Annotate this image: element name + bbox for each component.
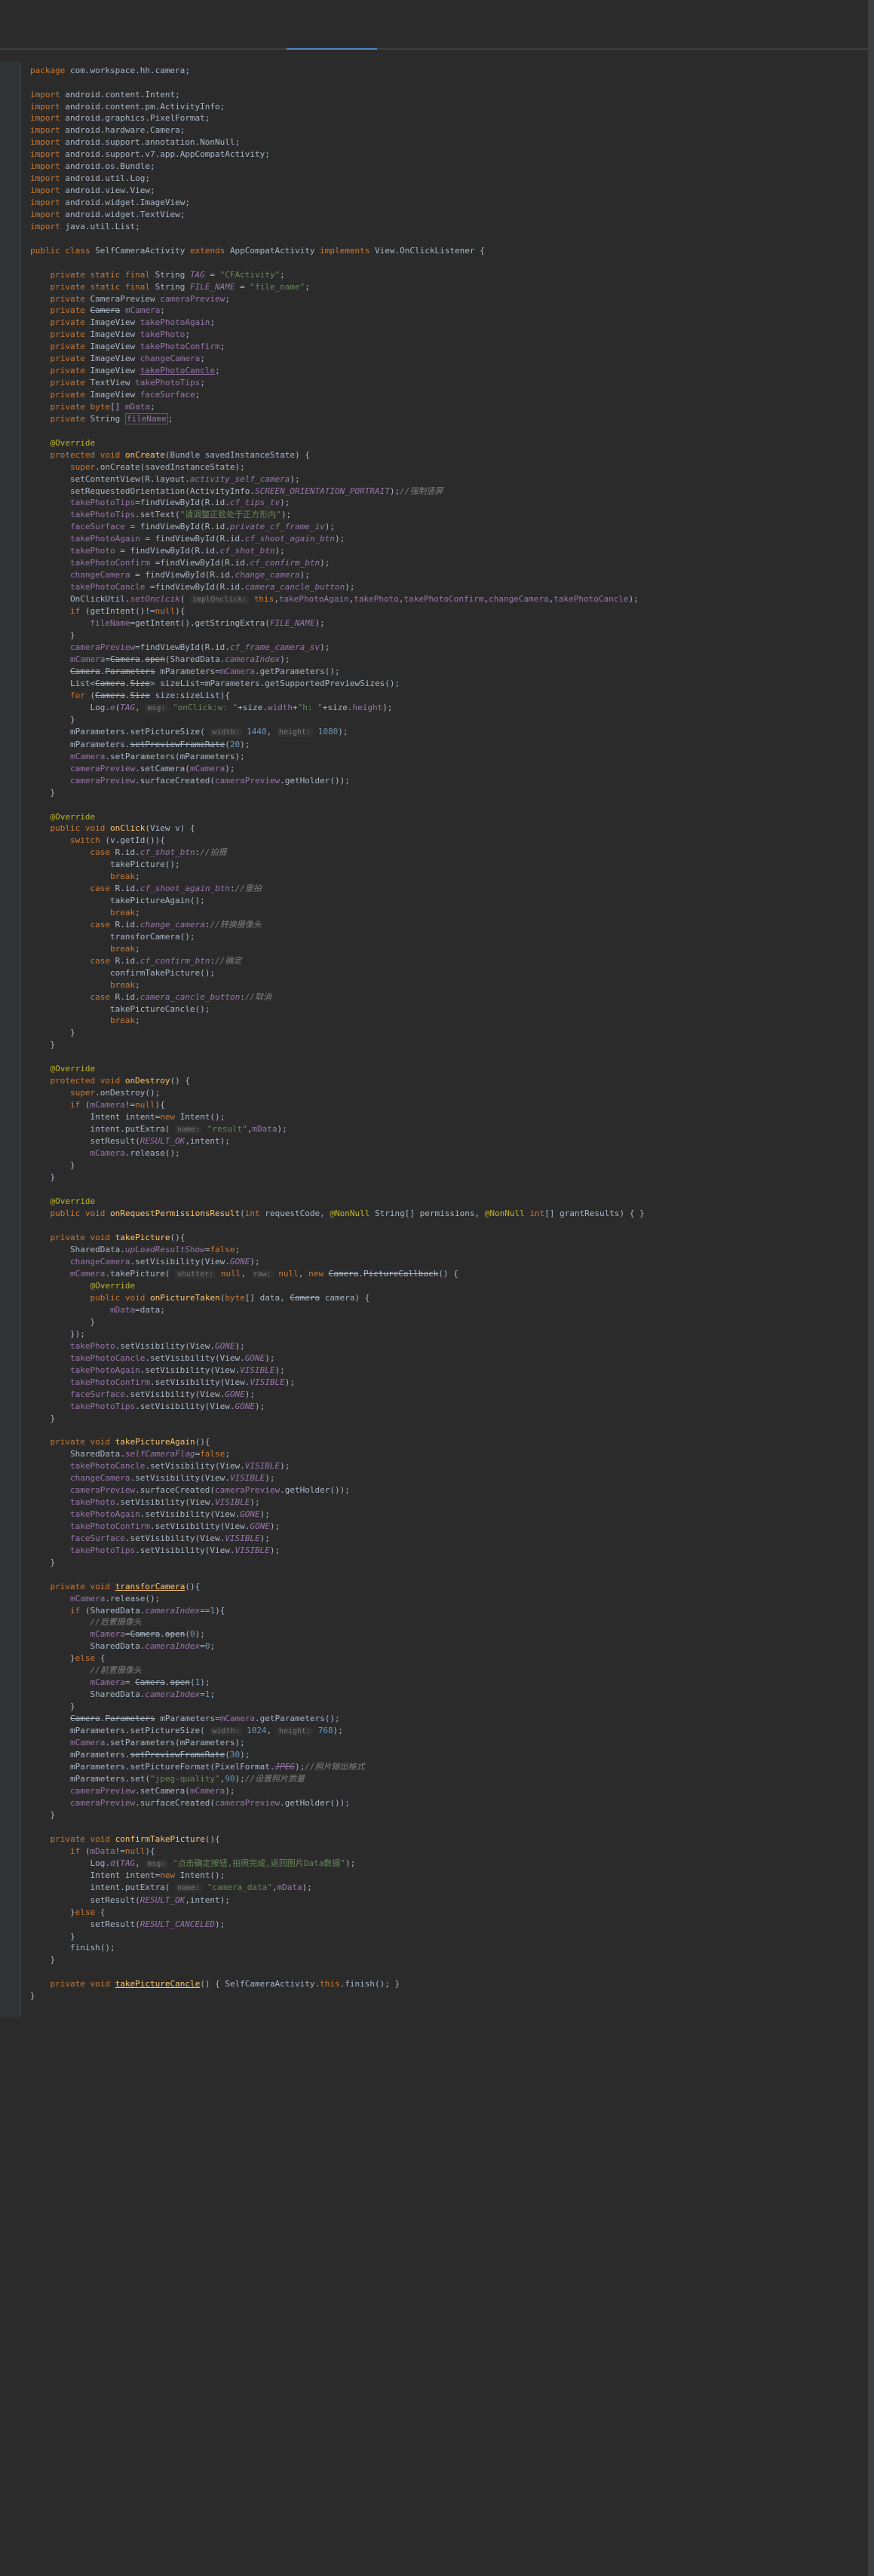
code-editor[interactable]: package com.workspace.hh.camera; import … xyxy=(0,62,874,2017)
override-annotation: @Override xyxy=(51,438,96,448)
editor-tabstrip xyxy=(0,48,874,50)
code-area[interactable]: package com.workspace.hh.camera; import … xyxy=(21,62,651,2017)
package-keyword: package xyxy=(30,66,65,75)
class-name: SelfCameraActivity xyxy=(95,246,185,256)
import-block: import android.content.Intent; import an… xyxy=(30,90,270,231)
gutter xyxy=(0,62,21,2017)
active-tab-indicator xyxy=(287,48,377,50)
minimap-scrollbar[interactable] xyxy=(868,0,874,2576)
package-name: com.workspace.hh.camera xyxy=(70,66,185,75)
